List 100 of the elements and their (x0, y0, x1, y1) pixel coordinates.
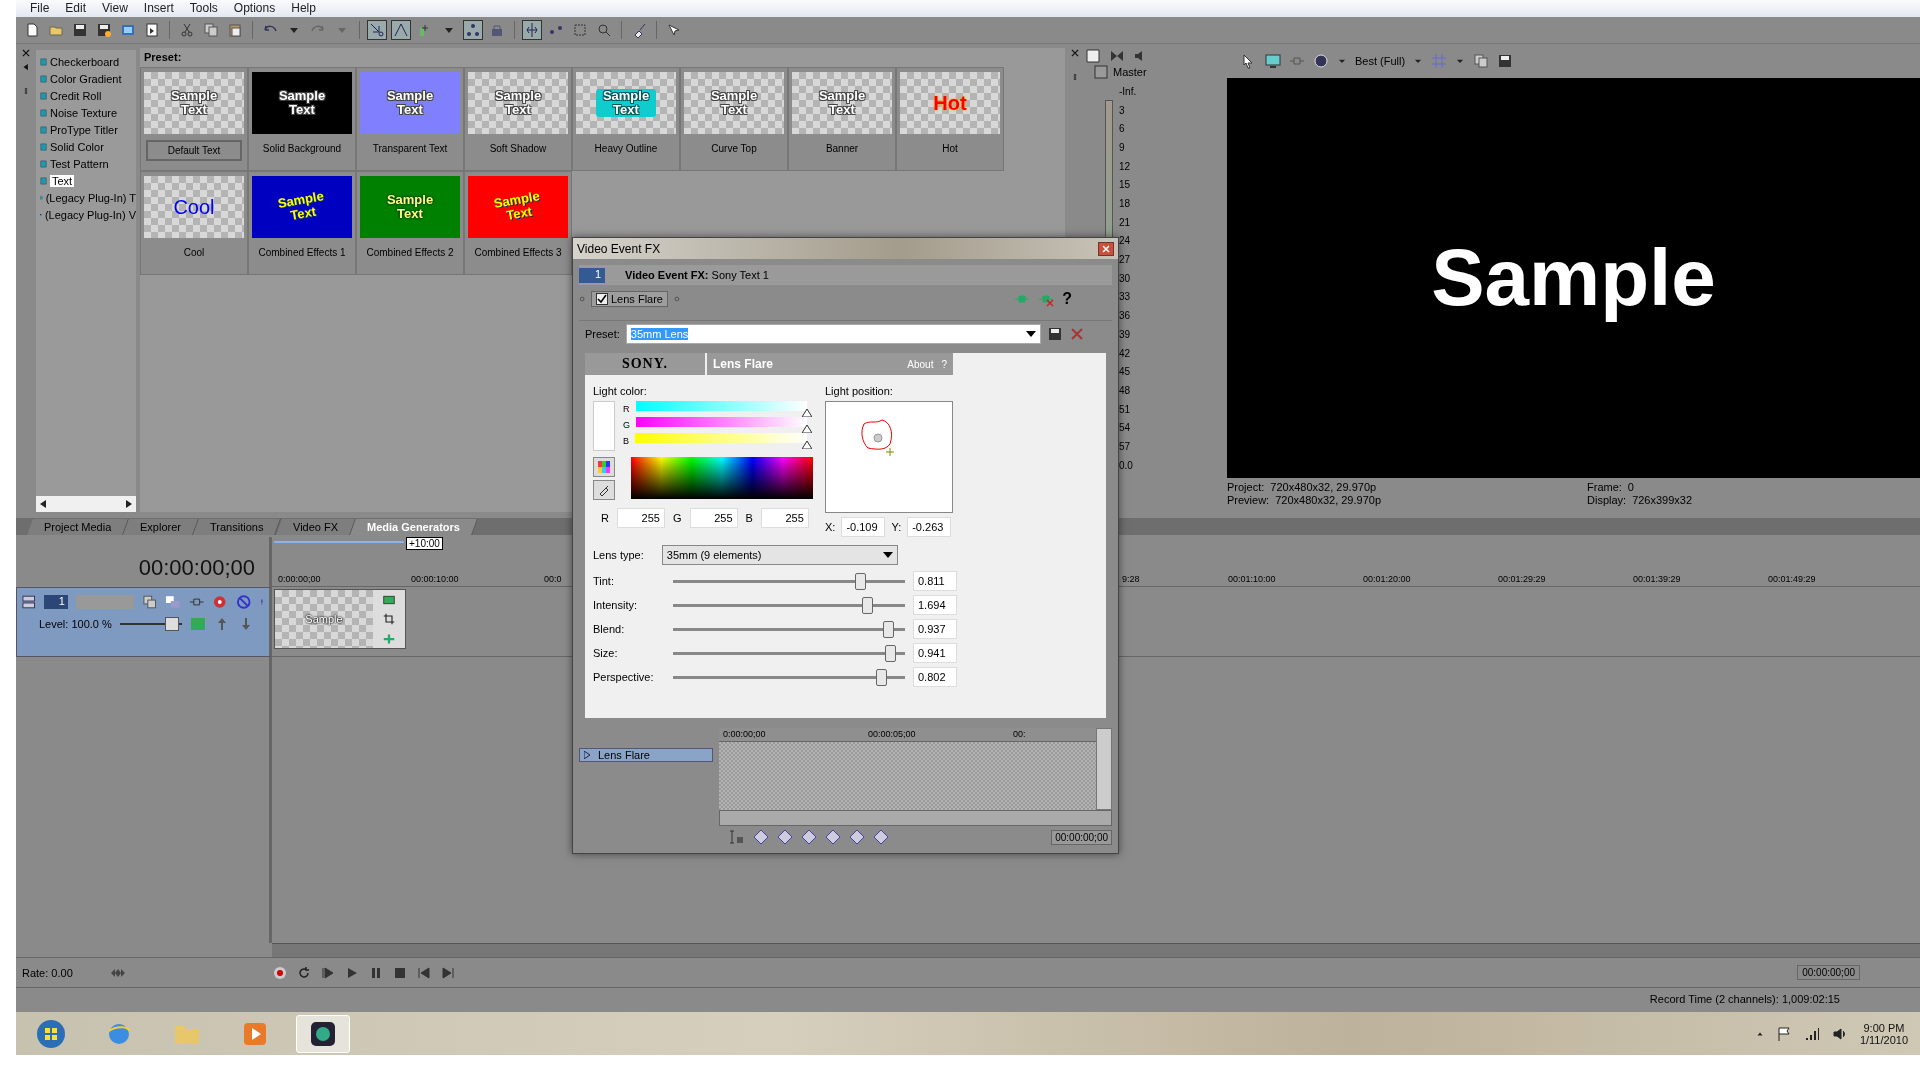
tree-item[interactable]: ProType Titler (50, 124, 118, 137)
arrow-right-icon[interactable] (126, 499, 132, 508)
next-keyframe-icon[interactable] (801, 829, 817, 846)
remove-keyframe-icon[interactable] (873, 829, 889, 846)
scrollbar[interactable] (272, 943, 1920, 958)
preset-card[interactable]: Sample Text Solid Background (248, 66, 356, 171)
taskbar-button[interactable] (296, 1014, 350, 1053)
arrow-left-icon[interactable] (40, 499, 46, 508)
new-file-icon[interactable] (24, 21, 40, 38)
compositing-icon[interactable] (165, 594, 181, 611)
nodes-icon[interactable] (465, 21, 481, 38)
lens-type-dropdown[interactable]: 35mm (9 elements) (661, 545, 898, 566)
video-clip[interactable]: Sample (274, 589, 406, 650)
add-keyframe-icon[interactable] (849, 829, 865, 846)
last-keyframe-icon[interactable] (825, 829, 841, 846)
tree-item[interactable]: Solid Color (50, 141, 104, 154)
value-field[interactable]: 1.694 (913, 595, 957, 616)
lock-icon[interactable] (729, 829, 745, 846)
value-field[interactable]: 0.802 (913, 667, 957, 688)
tree-item[interactable]: (Legacy Plug-In) T (45, 192, 136, 205)
flag-icon[interactable] (1775, 1025, 1792, 1042)
preset-card[interactable]: Cool Cool (140, 170, 248, 275)
preset-card[interactable]: Sample Text Soft Shadow (464, 66, 572, 171)
preset-card[interactable]: Sample Text Combined Effects 1 (248, 170, 356, 275)
copy-icon[interactable] (1473, 52, 1490, 69)
cut-icon[interactable] (179, 21, 195, 38)
menu-item[interactable]: Insert (135, 1, 182, 16)
record-icon[interactable] (272, 964, 288, 981)
envelope-icon[interactable] (393, 21, 409, 38)
preset-card[interactable]: Sample Text Banner (788, 66, 896, 171)
caret-icon[interactable] (1025, 331, 1036, 338)
value-field[interactable]: 255 (616, 508, 665, 529)
monitor-icon[interactable] (1265, 52, 1281, 69)
tab[interactable]: Explorer (123, 519, 200, 536)
tree-item[interactable]: (Legacy Plug-In) V (44, 209, 136, 222)
close-button[interactable] (1098, 241, 1114, 256)
loop-icon[interactable] (296, 964, 312, 981)
signal-icon[interactable] (1803, 1025, 1820, 1042)
scrollbar[interactable] (1096, 728, 1112, 810)
previous-icon[interactable] (416, 964, 432, 981)
crop-icon[interactable] (383, 613, 395, 626)
snap-icon[interactable] (369, 21, 385, 38)
properties-icon[interactable] (144, 21, 160, 38)
caret-icon[interactable] (882, 552, 893, 559)
palette-button[interactable] (593, 457, 615, 478)
zoom-icon[interactable] (596, 21, 612, 38)
close-icon[interactable] (1070, 47, 1080, 58)
keyframe-track[interactable]: Lens Flare (579, 748, 713, 762)
color-slider[interactable] (636, 417, 813, 434)
mute-icon[interactable] (235, 594, 252, 611)
close-icon[interactable] (21, 47, 31, 58)
tree-item[interactable]: Noise Texture (50, 107, 118, 120)
value-field[interactable]: -0.109 (841, 517, 886, 538)
gear-icon[interactable] (212, 594, 228, 611)
menu-item[interactable]: Tools (181, 1, 226, 16)
position-pad[interactable] (825, 401, 953, 514)
preset-card[interactable]: Sample Text Default Text (140, 66, 248, 171)
color-slider[interactable] (635, 433, 813, 450)
menu-item[interactable]: File (22, 1, 58, 16)
next-icon[interactable] (440, 964, 456, 981)
menu-item[interactable]: Options (225, 1, 284, 16)
tree-item[interactable]: Text (50, 175, 75, 188)
tab[interactable]: Transitions (193, 519, 282, 536)
copy-icon[interactable] (203, 21, 219, 38)
value-field[interactable]: -0.263 (907, 517, 952, 538)
value-field[interactable]: 0.937 (913, 619, 957, 640)
value-field[interactable]: 255 (689, 508, 738, 529)
tree-item[interactable]: Credit Roll (50, 90, 102, 103)
speaker-icon[interactable] (1831, 1025, 1848, 1042)
value-field[interactable]: 0.811 (913, 571, 957, 592)
preset-card[interactable]: Sample Text Curve Top (680, 66, 788, 171)
save-as-icon[interactable] (96, 21, 112, 38)
checkbox[interactable] (596, 292, 608, 305)
scrollbar[interactable] (36, 495, 136, 512)
insert-bus-icon[interactable] (1085, 47, 1101, 64)
start-orb-icon[interactable] (36, 1018, 66, 1049)
color-slider[interactable] (635, 401, 813, 418)
preset-card[interactable]: Hot Hot (896, 66, 1004, 171)
plugin-chip[interactable]: Lens Flare (591, 290, 668, 307)
menu-item[interactable]: Help (283, 1, 324, 16)
preset-card[interactable]: Sample Text Combined Effects 2 (356, 170, 464, 275)
close-icon[interactable] (1102, 244, 1110, 253)
tree-item[interactable]: Checkerboard (50, 56, 120, 69)
save-icon[interactable] (72, 21, 88, 38)
previous-keyframe-icon[interactable] (777, 829, 793, 846)
tab[interactable]: Video FX (275, 519, 356, 536)
palette-icon[interactable] (598, 461, 610, 474)
preset-card[interactable]: Sample Text Transparent Text (356, 66, 464, 171)
film-icon[interactable] (383, 594, 395, 607)
track-name-field[interactable] (75, 595, 134, 610)
motion-icon[interactable] (141, 594, 158, 611)
color-spectrum[interactable] (631, 457, 813, 500)
square-icon[interactable] (1093, 63, 1109, 80)
tree-item[interactable]: Color Gradient (50, 73, 122, 86)
value-field[interactable]: 255 (760, 508, 809, 529)
circle-icon[interactable] (1313, 52, 1329, 69)
app-icon[interactable] (309, 1019, 337, 1048)
eyedropper-icon[interactable] (598, 484, 610, 497)
eyedropper-button[interactable] (593, 480, 615, 501)
quality-dropdown[interactable]: Best (Full) (1355, 54, 1406, 67)
